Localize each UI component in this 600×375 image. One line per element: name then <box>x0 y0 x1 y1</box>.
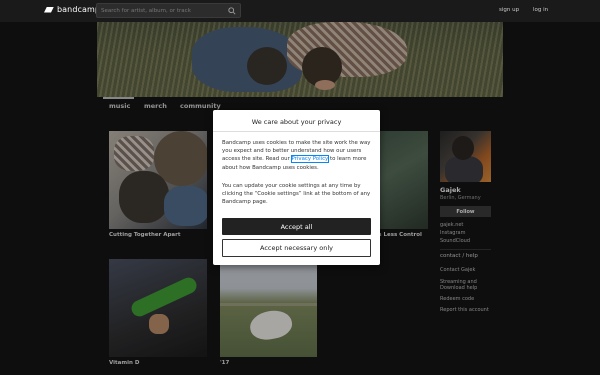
accept-necessary-button[interactable]: Accept necessary only <box>222 239 371 257</box>
bandcamp-logo-icon <box>44 6 54 13</box>
bandcamp-logo[interactable]: bandcamp <box>44 5 100 14</box>
top-bar: bandcamp sign up log in <box>0 0 600 22</box>
cookie-consent-dialog: We care about your privacy Bandcamp uses… <box>213 110 380 265</box>
log-in-link[interactable]: log in <box>533 7 548 13</box>
logo-text: bandcamp <box>57 5 101 14</box>
cookie-description: Bandcamp uses cookies to make the site w… <box>222 139 374 172</box>
search-input[interactable] <box>101 5 227 16</box>
search-icon[interactable] <box>228 7 236 15</box>
search-box <box>96 3 241 18</box>
cookie-dialog-title: We care about your privacy <box>251 118 342 126</box>
privacy-policy-link[interactable]: Privacy Policy <box>290 155 330 164</box>
sign-up-link[interactable]: sign up <box>499 7 519 13</box>
dialog-divider <box>213 131 380 132</box>
cookie-settings-note: You can update your cookie settings at a… <box>222 183 371 206</box>
accept-all-button[interactable]: Accept all <box>222 218 371 235</box>
